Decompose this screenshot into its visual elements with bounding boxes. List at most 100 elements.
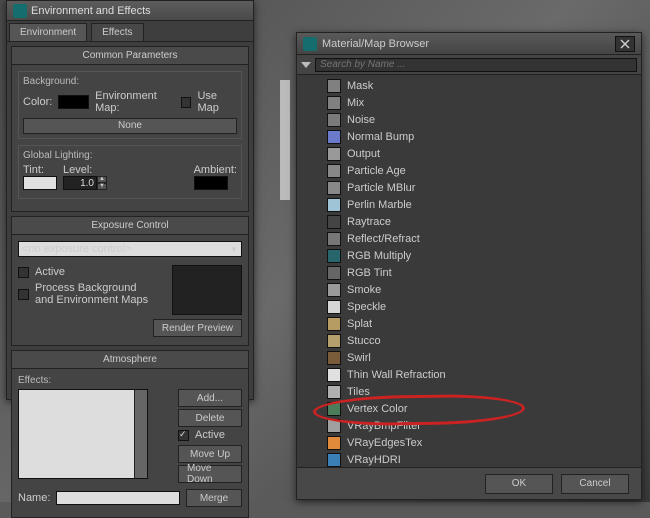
map-item-label: Splat [347, 318, 372, 330]
map-item-label: Vertex Color [347, 403, 408, 415]
global-lighting-label: Global Lighting: [23, 150, 237, 161]
env-map-label: Environment Map: [95, 90, 175, 114]
level-label: Level: [63, 164, 92, 176]
ambient-label: Ambient: [194, 164, 237, 176]
map-item[interactable]: Noise [299, 111, 639, 128]
cancel-button[interactable]: Cancel [561, 474, 629, 494]
map-item[interactable]: Thin Wall Refraction [299, 366, 639, 383]
map-item[interactable]: Perlin Marble [299, 196, 639, 213]
level-input[interactable] [63, 176, 97, 190]
map-swatch-icon [327, 215, 341, 229]
move-down-button[interactable]: Move Down [178, 465, 242, 483]
map-item-label: Particle Age [347, 165, 406, 177]
map-swatch-icon [327, 249, 341, 263]
render-preview-button[interactable]: Render Preview [153, 319, 242, 337]
spin-down-icon[interactable]: ▼ [97, 183, 107, 190]
background-label: Background: [23, 76, 237, 87]
background-color-swatch[interactable] [58, 95, 89, 109]
map-swatch-icon [327, 113, 341, 127]
map-item[interactable]: Normal Bump [299, 128, 639, 145]
map-swatch-icon [327, 317, 341, 331]
map-item-label: Smoke [347, 284, 381, 296]
env-title: Environment and Effects [31, 5, 151, 17]
name-input[interactable] [56, 491, 180, 505]
search-row [297, 55, 641, 75]
level-spinner[interactable]: ▲▼ [63, 176, 107, 190]
ambient-swatch[interactable] [194, 176, 228, 190]
delete-button[interactable]: Delete [178, 409, 242, 427]
atmo-active-checkbox[interactable] [178, 430, 189, 441]
map-item-label: Raytrace [347, 216, 391, 228]
map-item[interactable]: Vertex Color [299, 400, 639, 417]
map-item[interactable]: Output [299, 145, 639, 162]
tab-environment[interactable]: Environment [9, 23, 87, 41]
map-item[interactable]: Tiles [299, 383, 639, 400]
map-item-label: Mix [347, 97, 364, 109]
exposure-active-checkbox[interactable] [18, 267, 29, 278]
rollout-exposure-header[interactable]: Exposure Control [11, 216, 249, 235]
effects-list[interactable] [18, 389, 148, 479]
map-item[interactable]: Reflect/Refract [299, 230, 639, 247]
color-label: Color: [23, 96, 52, 108]
map-item[interactable]: Smoke [299, 281, 639, 298]
search-input[interactable] [315, 58, 637, 72]
map-item-label: Tiles [347, 386, 370, 398]
map-swatch-icon [327, 266, 341, 280]
map-item[interactable]: Raytrace [299, 213, 639, 230]
rollout-atmo-body: Effects: Add... Delete Active Move Up Mo… [11, 369, 249, 518]
env-titlebar[interactable]: Environment and Effects [7, 1, 253, 21]
chevron-down-icon: ▼ [230, 245, 238, 254]
map-swatch-icon [327, 385, 341, 399]
move-up-button[interactable]: Move Up [178, 445, 242, 463]
map-item[interactable]: Particle Age [299, 162, 639, 179]
map-item-label: Swirl [347, 352, 371, 364]
ok-button[interactable]: OK [485, 474, 553, 494]
map-item[interactable]: RGB Multiply [299, 247, 639, 264]
spin-up-icon[interactable]: ▲ [97, 176, 107, 183]
map-swatch-icon [327, 147, 341, 161]
merge-button[interactable]: Merge [186, 489, 242, 507]
rollout-common-body: Background: Color: Environment Map: Use … [11, 65, 249, 212]
add-button[interactable]: Add... [178, 389, 242, 407]
map-item[interactable]: Speckle [299, 298, 639, 315]
material-map-browser-dialog: Material/Map Browser Mask Mix NoiseNormal … [296, 32, 642, 500]
process-bg-checkbox[interactable] [18, 289, 29, 300]
rollout-atmo-header[interactable]: Atmosphere [11, 350, 249, 369]
exposure-active-label: Active [35, 266, 65, 278]
env-map-button[interactable]: None [23, 118, 237, 134]
rollout-exposure-body: <no exposure control> ▼ Active Process B… [11, 235, 249, 346]
map-swatch-icon [327, 96, 341, 110]
map-swatch-icon [327, 368, 341, 382]
tab-effects[interactable]: Effects [91, 23, 143, 41]
use-map-checkbox[interactable] [181, 97, 191, 108]
tint-label: Tint: [23, 164, 44, 176]
app-icon [13, 4, 27, 18]
dropdown-icon[interactable] [301, 62, 311, 68]
map-item[interactable]: Mix [299, 94, 639, 111]
close-button[interactable] [615, 36, 635, 52]
map-item-label: Reflect/Refract [347, 233, 420, 245]
map-item[interactable]: VRayBmpFilter [299, 417, 639, 434]
map-swatch-icon [327, 283, 341, 297]
map-item[interactable]: Stucco [299, 332, 639, 349]
map-item[interactable]: RGB Tint [299, 264, 639, 281]
map-item[interactable]: Mask [299, 77, 639, 94]
map-item-label: Output [347, 148, 380, 160]
map-list[interactable]: Mask Mix NoiseNormal Bump Output Particle Ag… [297, 75, 641, 467]
exposure-combo[interactable]: <no exposure control> ▼ [18, 241, 242, 257]
map-swatch-icon [327, 79, 341, 93]
map-swatch-icon [327, 130, 341, 144]
map-item[interactable]: Splat [299, 315, 639, 332]
map-item-label: Perlin Marble [347, 199, 412, 211]
map-swatch-icon [327, 181, 341, 195]
map-item[interactable]: Particle MBlur [299, 179, 639, 196]
browser-app-icon [303, 37, 317, 51]
rollout-common-header[interactable]: Common Parameters [11, 46, 249, 65]
map-item-label: RGB Multiply [347, 250, 411, 262]
map-item-label: Particle MBlur [347, 182, 415, 194]
map-item[interactable]: Swirl [299, 349, 639, 366]
map-item[interactable]: VRayEdgesTex [299, 434, 639, 451]
map-item[interactable]: VRayHDRI [299, 451, 639, 467]
tint-swatch[interactable] [23, 176, 57, 190]
browser-titlebar[interactable]: Material/Map Browser [297, 33, 641, 55]
